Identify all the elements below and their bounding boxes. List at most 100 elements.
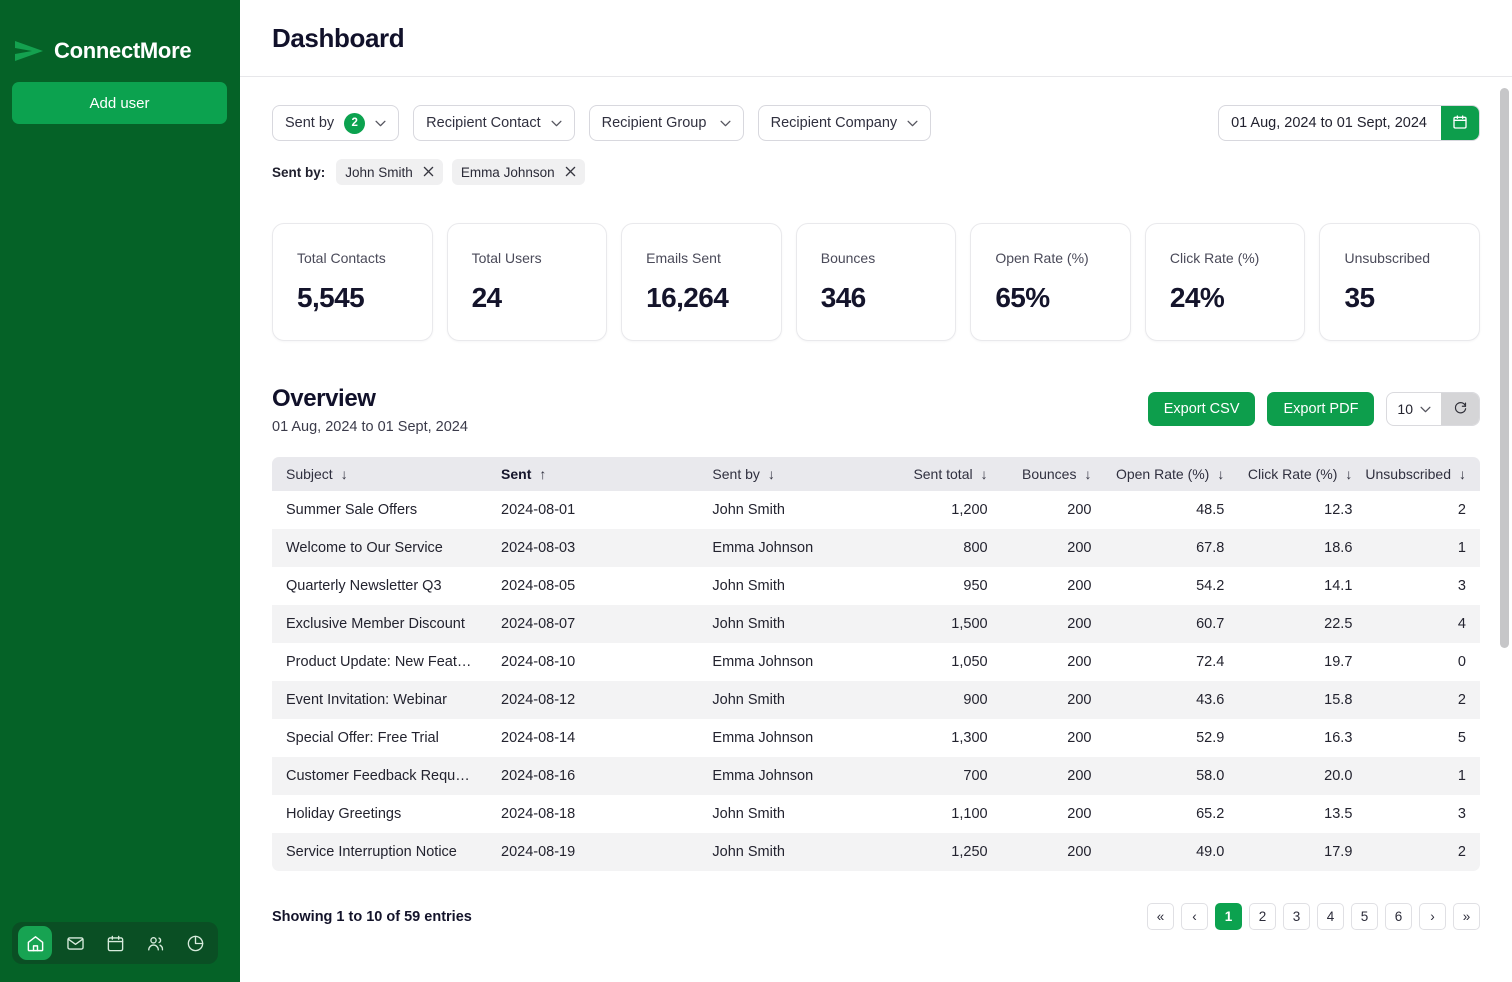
- page-5-button[interactable]: 5: [1351, 903, 1378, 930]
- page-2-button[interactable]: 2: [1249, 903, 1276, 930]
- table-row[interactable]: Event Invitation: Webinar 2024-08-12 Joh…: [272, 681, 1480, 719]
- col-label: Click Rate (%): [1248, 466, 1337, 482]
- stat-card-total-users: Total Users 24: [447, 223, 608, 341]
- col-header-unsubscribed[interactable]: Unsubscribed↓: [1366, 457, 1480, 491]
- col-label: Subject: [286, 466, 333, 482]
- main-area: Dashboard Sent by 2 Recipient Contact: [240, 0, 1512, 982]
- cell-bounces: 200: [1002, 833, 1106, 871]
- cell-sent-by: John Smith: [698, 567, 879, 605]
- active-filters-row: Sent by: John Smith Emma Johnson: [272, 159, 1480, 185]
- col-header-sent-total[interactable]: Sent total↓: [880, 457, 1002, 491]
- col-header-click-rate[interactable]: Click Rate (%)↓: [1238, 457, 1366, 491]
- stat-card-emails-sent: Emails Sent 16,264: [621, 223, 782, 341]
- cell-sent: 2024-08-03: [487, 529, 698, 567]
- nav-analytics-button[interactable]: [178, 926, 212, 960]
- page-3-button[interactable]: 3: [1283, 903, 1310, 930]
- cell-unsubscribed: 3: [1366, 795, 1480, 833]
- refresh-icon: [1453, 400, 1468, 418]
- showing-entries-text: Showing 1 to 10 of 59 entries: [272, 909, 1147, 925]
- next-page-button[interactable]: ›: [1419, 903, 1446, 930]
- table-row[interactable]: Holiday Greetings 2024-08-18 John Smith …: [272, 795, 1480, 833]
- nav-users-button[interactable]: [138, 926, 172, 960]
- page-6-button[interactable]: 6: [1385, 903, 1412, 930]
- refresh-button[interactable]: [1441, 393, 1479, 425]
- table-row[interactable]: Welcome to Our Service 2024-08-03 Emma J…: [272, 529, 1480, 567]
- page-size-group: 10: [1386, 392, 1480, 426]
- col-label: Bounces: [1022, 466, 1076, 482]
- overview-actions: Export CSV Export PDF 10: [1148, 385, 1480, 426]
- export-pdf-button[interactable]: Export PDF: [1267, 392, 1374, 426]
- scrollbar-thumb[interactable]: [1500, 88, 1509, 648]
- first-page-button[interactable]: «: [1147, 903, 1174, 930]
- cell-sent-total: 1,300: [880, 719, 1002, 757]
- cell-open-rate: 54.2: [1105, 567, 1238, 605]
- col-label: Sent by: [712, 466, 759, 482]
- col-header-subject[interactable]: Subject↓: [272, 457, 487, 491]
- cell-sent: 2024-08-10: [487, 643, 698, 681]
- cell-bounces: 200: [1002, 643, 1106, 681]
- cell-sent: 2024-08-01: [487, 491, 698, 529]
- col-header-sent[interactable]: Sent↑: [487, 457, 698, 491]
- col-header-open-rate[interactable]: Open Rate (%)↓: [1105, 457, 1238, 491]
- cell-unsubscribed: 4: [1366, 605, 1480, 643]
- table-body: Summer Sale Offers 2024-08-01 John Smith…: [272, 491, 1480, 871]
- calendar-open-button[interactable]: [1441, 105, 1479, 141]
- cell-click-rate: 14.1: [1238, 567, 1366, 605]
- stat-label: Total Contacts: [297, 250, 432, 266]
- nav-mail-button[interactable]: [58, 926, 92, 960]
- add-user-button[interactable]: Add user: [12, 82, 227, 124]
- filter-sent-by-label: Sent by: [285, 116, 334, 131]
- cell-subject: Service Interruption Notice: [272, 833, 487, 871]
- nav-home-button[interactable]: [18, 926, 52, 960]
- stat-value: 5,545: [297, 282, 432, 314]
- cell-click-rate: 16.3: [1238, 719, 1366, 757]
- overview-subtitle: 01 Aug, 2024 to 01 Sept, 2024: [272, 419, 1148, 435]
- page-4-button[interactable]: 4: [1317, 903, 1344, 930]
- filter-chip: John Smith: [336, 159, 443, 185]
- close-icon[interactable]: [423, 165, 434, 180]
- nav-calendar-button[interactable]: [98, 926, 132, 960]
- cell-sent-total: 800: [880, 529, 1002, 567]
- table-footer: Showing 1 to 10 of 59 entries « ‹ 1 2 3 …: [272, 903, 1480, 930]
- vertical-scrollbar[interactable]: [1500, 78, 1509, 982]
- filter-chip-label: John Smith: [345, 165, 413, 180]
- last-page-button[interactable]: »: [1453, 903, 1480, 930]
- filter-recipient-company[interactable]: Recipient Company: [758, 105, 932, 141]
- export-csv-button[interactable]: Export CSV: [1148, 392, 1256, 426]
- table-row[interactable]: Product Update: New Feature 2024-08-10 E…: [272, 643, 1480, 681]
- overview-title: Overview: [272, 385, 1148, 413]
- page-1-button[interactable]: 1: [1215, 903, 1242, 930]
- filter-sent-by[interactable]: Sent by 2: [272, 105, 399, 141]
- home-icon: [26, 934, 45, 953]
- page-size-value: 10: [1397, 401, 1413, 417]
- cell-open-rate: 72.4: [1105, 643, 1238, 681]
- filter-sent-by-count: 2: [344, 113, 365, 134]
- table-row[interactable]: Service Interruption Notice 2024-08-19 J…: [272, 833, 1480, 871]
- cell-open-rate: 43.6: [1105, 681, 1238, 719]
- stat-label: Total Users: [472, 250, 607, 266]
- table-row[interactable]: Special Offer: Free Trial 2024-08-14 Emm…: [272, 719, 1480, 757]
- bottom-nav: [12, 922, 218, 964]
- filter-recipient-group[interactable]: Recipient Group: [589, 105, 744, 141]
- filter-recipient-contact-label: Recipient Contact: [426, 116, 540, 131]
- table-row[interactable]: Summer Sale Offers 2024-08-01 John Smith…: [272, 491, 1480, 529]
- stat-value: 35: [1344, 282, 1479, 314]
- cell-subject: Exclusive Member Discount: [272, 605, 487, 643]
- prev-page-button[interactable]: ‹: [1181, 903, 1208, 930]
- table-row[interactable]: Customer Feedback Request 2024-08-16 Emm…: [272, 757, 1480, 795]
- table-header-row: Subject↓ Sent↑ Sent by↓ Sent total↓: [272, 457, 1480, 491]
- cell-subject: Product Update: New Feature: [272, 643, 487, 681]
- date-range-picker[interactable]: 01 Aug, 2024 to 01 Sept, 2024: [1218, 105, 1480, 141]
- close-icon[interactable]: [565, 165, 576, 180]
- overview-table: Subject↓ Sent↑ Sent by↓ Sent total↓: [272, 457, 1480, 871]
- table-row[interactable]: Exclusive Member Discount 2024-08-07 Joh…: [272, 605, 1480, 643]
- col-header-bounces[interactable]: Bounces↓: [1002, 457, 1106, 491]
- stat-value: 346: [821, 282, 956, 314]
- cell-click-rate: 12.3: [1238, 491, 1366, 529]
- filter-recipient-contact[interactable]: Recipient Contact: [413, 105, 574, 141]
- table-row[interactable]: Quarterly Newsletter Q3 2024-08-05 John …: [272, 567, 1480, 605]
- sidebar: ConnectMore Add user: [0, 0, 240, 982]
- page-size-select[interactable]: 10: [1387, 393, 1441, 425]
- col-header-sent-by[interactable]: Sent by↓: [698, 457, 879, 491]
- brand-name: ConnectMore: [54, 38, 191, 64]
